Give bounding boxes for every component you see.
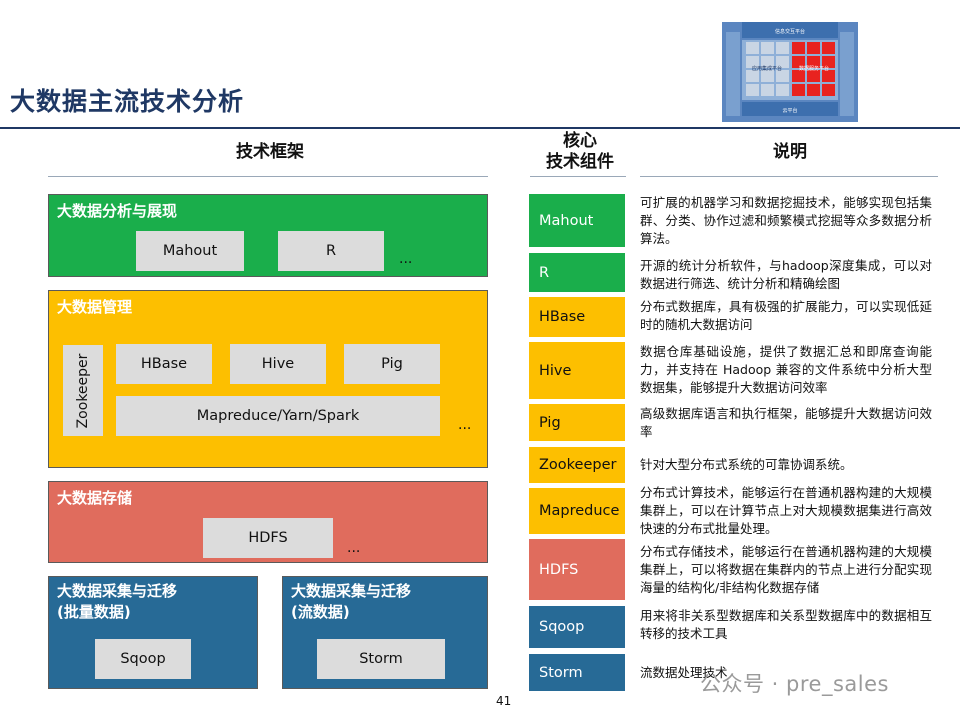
description-rule: [640, 176, 938, 177]
box-pig: Pig: [344, 344, 440, 384]
heading-core-line2: 技术组件: [546, 152, 614, 172]
block-storage: 大数据存储 HDFS ...: [48, 481, 488, 563]
component-hbase: HBase: [529, 297, 625, 337]
block-management-title: 大数据管理: [57, 298, 133, 316]
component-mapreduce: Mapreduce: [529, 488, 625, 534]
logo-bottom-label: 云平台: [782, 107, 797, 114]
block-stream-title-line1: 大数据采集与迁移: [291, 582, 412, 600]
component-storm: Storm: [529, 654, 625, 691]
logo-right-label: 数据服务平台: [799, 65, 829, 72]
analysis-more: ...: [399, 251, 413, 267]
box-hdfs: HDFS: [203, 518, 333, 558]
heading-framework: 技术框架: [236, 142, 304, 162]
box-mahout: Mahout: [136, 231, 244, 271]
block-batch-title-line2: (批量数据): [57, 603, 131, 621]
logo-left-label: 应用集成平台: [752, 65, 782, 72]
block-stream-title-line2: (流数据): [291, 603, 350, 621]
component-hive: Hive: [529, 342, 625, 399]
component-r: R: [529, 253, 625, 292]
block-stream-ingestion: 大数据采集与迁移 (流数据) Storm: [282, 576, 488, 689]
title-divider: [0, 127, 960, 129]
management-more: ...: [458, 417, 472, 433]
desc-mahout: 可扩展的机器学习和数据挖掘技术，能够实现包括集群、分类、协作过滤和频繁模式挖掘等…: [640, 195, 932, 246]
component-zookeeper: Zookeeper: [529, 447, 625, 483]
framework-rule: [48, 176, 488, 177]
box-r: R: [278, 231, 384, 271]
component-hdfs: HDFS: [529, 539, 625, 600]
heading-core-line1: 核心: [563, 131, 597, 151]
box-zookeeper-label: Zookeeper: [75, 353, 91, 428]
page-number: 41: [496, 694, 512, 708]
block-analysis-title: 大数据分析与展现: [57, 202, 178, 220]
desc-hdfs: 分布式存储技术，能够运行在普通机器构建的大规模集群上，可以将数据在集群内的节点上…: [640, 544, 932, 595]
box-sqoop: Sqoop: [95, 639, 191, 679]
watermark: 公众号 · pre_sales: [700, 672, 889, 696]
desc-sqoop: 用来将非关系型数据库和关系型数据库中的数据相互转移的技术工具: [640, 608, 932, 641]
heading-description: 说明: [773, 142, 807, 162]
component-mahout: Mahout: [529, 194, 625, 247]
box-hive: Hive: [230, 344, 326, 384]
block-batch-title-line1: 大数据采集与迁移: [57, 582, 178, 600]
platform-logo: 信息交互平台 应用集成平台 数据服务平台 云平台: [722, 22, 858, 122]
box-storm: Storm: [317, 639, 445, 679]
block-batch-ingestion: 大数据采集与迁移 (批量数据) Sqoop: [48, 576, 258, 689]
box-mapreduce-yarn-spark: Mapreduce/Yarn/Spark: [116, 396, 440, 436]
desc-hbase: 分布式数据库，具有极强的扩展能力，可以实现低延时的随机大数据访问: [640, 299, 932, 332]
page-title: 大数据主流技术分析: [10, 87, 245, 116]
desc-mapreduce: 分布式计算技术，能够运行在普通机器构建的大规模集群上，可以在计算节点上对大规模数…: [640, 485, 932, 536]
desc-zookeeper: 针对大型分布式系统的可靠协调系统。: [640, 457, 853, 472]
core-rule: [530, 176, 626, 177]
desc-hive: 数据仓库基础设施，提供了数据汇总和即席查询能力，并支持在 Hadoop 兼容的文…: [640, 344, 932, 395]
storage-more: ...: [347, 540, 361, 556]
logo-top-label: 信息交互平台: [775, 28, 805, 35]
block-management: 大数据管理 Zookeeper HBase Hive Pig Mapreduce…: [48, 290, 488, 468]
component-pig: Pig: [529, 404, 625, 441]
box-zookeeper: Zookeeper: [63, 345, 103, 436]
box-hbase: HBase: [116, 344, 212, 384]
block-analysis: 大数据分析与展现 Mahout R ...: [48, 194, 488, 277]
block-storage-title: 大数据存储: [57, 489, 133, 507]
desc-pig: 高级数据库语言和执行框架，能够提升大数据访问效率: [640, 406, 932, 439]
component-sqoop: Sqoop: [529, 606, 625, 648]
desc-r: 开源的统计分析软件，与hadoop深度集成，可以对数据进行筛选、统计分析和精确绘…: [640, 258, 932, 291]
